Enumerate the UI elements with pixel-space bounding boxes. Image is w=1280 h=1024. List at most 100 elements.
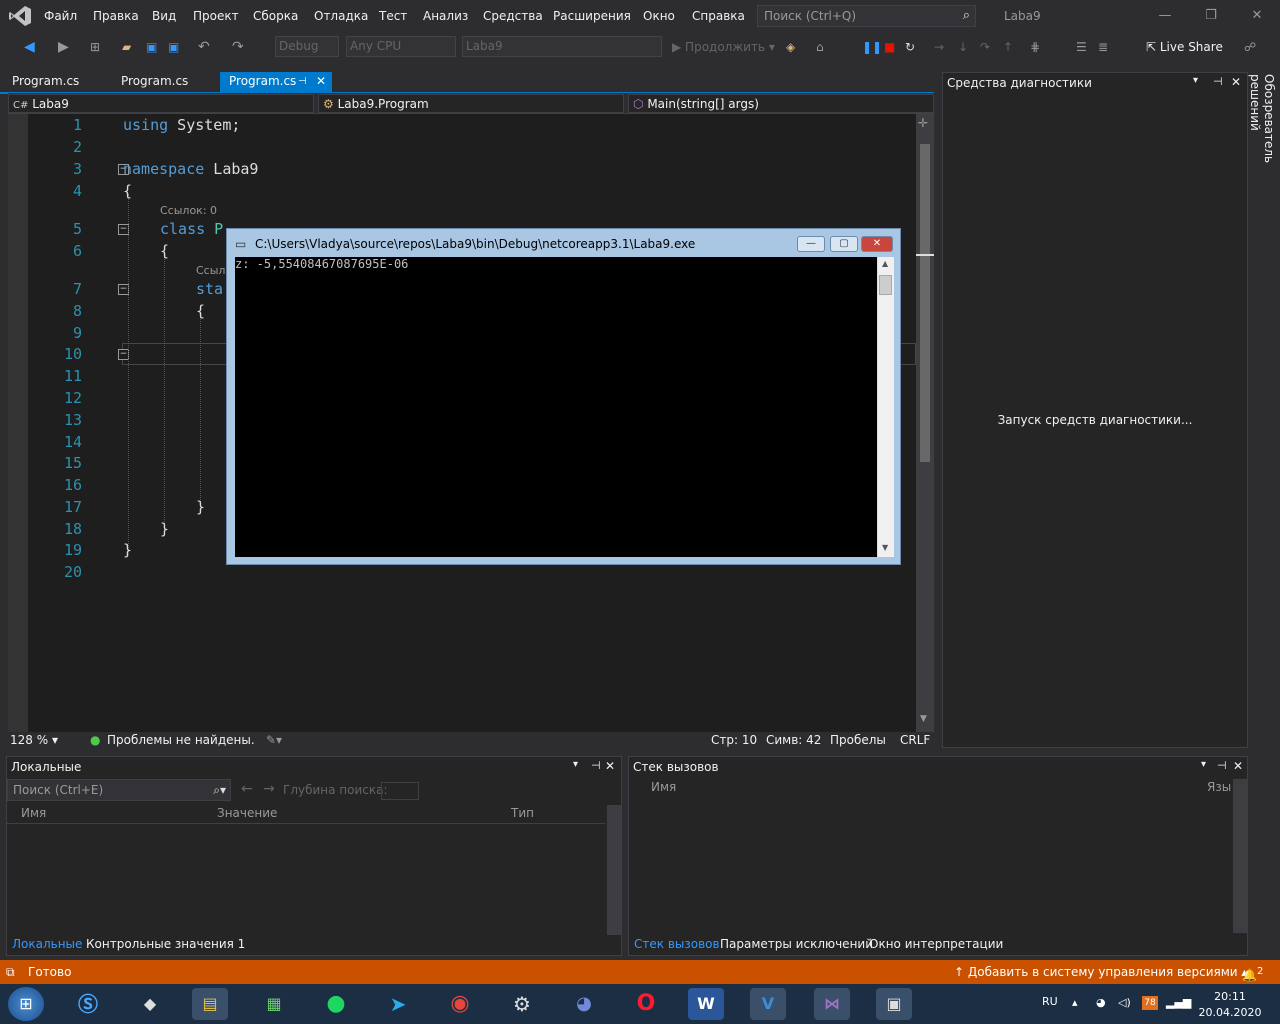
redo-icon[interactable]: ↷ — [232, 36, 244, 58]
menu-edit[interactable]: Правка — [93, 0, 139, 32]
console-app-taskbar-icon[interactable]: ▣ — [876, 988, 912, 1020]
menu-help[interactable]: Справка — [692, 0, 745, 32]
menu-analyze[interactable]: Анализ — [423, 0, 468, 32]
stop-icon[interactable]: ■ — [884, 36, 895, 58]
word-icon[interactable]: W — [688, 988, 724, 1020]
visual-studio-logo-icon[interactable] — [8, 5, 32, 27]
volume-icon[interactable]: ◁) — [1118, 996, 1131, 1009]
start-button-icon[interactable]: ⊞ — [8, 987, 44, 1021]
close-panel-icon[interactable]: ✕ — [1233, 759, 1243, 773]
zoom-level[interactable]: 128 % ▾ — [10, 732, 58, 749]
step-over-icon[interactable]: ↷ — [980, 36, 990, 58]
pin-icon[interactable]: ⊣ — [298, 72, 307, 91]
tab-locals[interactable]: Локальные — [12, 935, 82, 953]
issues-indicator[interactable]: Проблемы не найдены. — [107, 732, 255, 749]
line-endings[interactable]: CRLF — [900, 732, 930, 749]
task-manager-icon[interactable]: ▦ — [256, 988, 292, 1020]
console-minimize-button[interactable]: — — [797, 236, 825, 252]
menu-view[interactable]: Вид — [152, 0, 176, 32]
tray-expand-icon[interactable]: ▴ — [1072, 996, 1078, 1009]
feedback-icon[interactable]: ☍ — [1244, 36, 1256, 58]
console-window[interactable]: ▭ C:\Users\Vladya\source\repos\Laba9\bin… — [226, 228, 901, 565]
menu-debug[interactable]: Отладка — [314, 0, 368, 32]
tab-program-cs-2[interactable]: Program.cs — [109, 72, 209, 93]
tab-exception-settings[interactable]: Параметры исключений — [720, 935, 873, 953]
tab-program-cs-active[interactable]: Program.cs ⊣ ✕ — [220, 72, 332, 93]
column-name[interactable]: Имя — [21, 806, 46, 820]
game-app-icon[interactable]: ◆ — [132, 988, 168, 1020]
tab-program-cs-1[interactable]: Program.cs — [0, 72, 100, 93]
scrollbar-thumb[interactable] — [920, 144, 930, 462]
editor-vertical-scrollbar[interactable]: ✛ ▼ — [916, 114, 934, 732]
tray-discord-icon[interactable]: ◕ — [1096, 996, 1106, 1009]
pin-icon[interactable]: ⊣ — [1213, 75, 1223, 88]
column-name[interactable]: Имя — [651, 780, 676, 794]
project-dropdown[interactable]: C# Laba9 — [8, 94, 314, 113]
pin-icon[interactable]: ⊣ — [1217, 759, 1227, 772]
menu-window[interactable]: Окно — [643, 0, 675, 32]
back-icon[interactable]: ◀ — [24, 36, 35, 58]
discord-icon[interactable]: ◕ — [566, 988, 602, 1020]
show-next-statement-icon[interactable]: → — [934, 36, 944, 58]
pin-icon[interactable]: ⊣ — [591, 759, 601, 772]
call-stack-scrollbar[interactable] — [1233, 779, 1247, 933]
column-value[interactable]: Значение — [217, 806, 277, 820]
codelens-references[interactable]: Ссылок: 0 — [160, 204, 217, 217]
close-button[interactable]: ✕ — [1234, 0, 1280, 32]
scroll-down-icon[interactable]: ▼ — [920, 714, 927, 724]
close-panel-icon[interactable]: ✕ — [605, 759, 615, 773]
codelens-references[interactable]: Ссыл — [196, 264, 225, 277]
tab-watch-1[interactable]: Контрольные значения 1 — [86, 935, 245, 953]
menu-extensions[interactable]: Расширения — [553, 0, 631, 32]
source-control-button[interactable]: ↑ Добавить в систему управления версиями… — [954, 960, 1247, 984]
live-share-button[interactable]: ⇱ Live Share — [1146, 36, 1223, 58]
member-dropdown[interactable]: ⬡ Main(string[] args) — [628, 94, 934, 113]
menu-build[interactable]: Сборка — [253, 0, 298, 32]
column-type[interactable]: Тип — [511, 806, 534, 820]
forward-icon[interactable]: ▶ — [58, 36, 69, 58]
console-output-area[interactable]: z: -5,55408467087695E-06 — [235, 257, 877, 557]
locals-search-input[interactable]: Поиск (Ctrl+E) ⌕▾ — [7, 779, 231, 801]
notifications-icon[interactable]: 🔔2 — [1242, 960, 1263, 987]
dropdown-icon[interactable]: ▾ — [1201, 759, 1206, 770]
minimize-button[interactable]: — — [1142, 0, 1188, 32]
locals-scrollbar[interactable] — [607, 805, 621, 935]
dropdown-icon[interactable]: ▾ — [1193, 75, 1198, 86]
console-close-button[interactable]: ✕ — [861, 236, 893, 252]
type-dropdown[interactable]: ⚙ Laba9.Program — [318, 94, 624, 113]
tab-immediate-window[interactable]: Окно интерпретации — [869, 935, 1003, 953]
step-out-icon[interactable]: ↑ — [1003, 36, 1013, 58]
scroll-down-icon[interactable]: ▼ — [882, 543, 888, 552]
toggle-breakpoint-icon[interactable]: ☰ — [1076, 36, 1087, 58]
console-scrollbar[interactable]: ▲ ▼ — [877, 257, 894, 557]
split-editor-icon[interactable]: ✛ — [918, 116, 928, 130]
restart-icon[interactable]: ↻ — [905, 36, 915, 58]
clock-date[interactable]: 20.04.2020 — [1194, 1006, 1266, 1019]
comment-icon[interactable]: ≣ — [1098, 36, 1108, 58]
new-project-icon[interactable]: ⊞ — [90, 36, 100, 58]
step-into-icon[interactable]: ↓ — [958, 36, 968, 58]
breakpoint-margin[interactable] — [8, 114, 28, 732]
save-all-icon[interactable]: ▣ — [168, 36, 179, 58]
menu-tools[interactable]: Средства — [483, 0, 543, 32]
tab-call-stack[interactable]: Стек вызовов — [634, 935, 720, 953]
steam-icon[interactable]: ⚙ — [504, 988, 540, 1020]
solution-explorer-side-tab[interactable]: Обозреватель решений — [1248, 72, 1276, 212]
restore-button[interactable]: ❐ — [1188, 0, 1234, 32]
brush-icon[interactable]: ✎▾ — [266, 732, 282, 749]
scroll-up-icon[interactable]: ▲ — [882, 259, 888, 268]
pause-icon[interactable]: ❚❚ — [862, 36, 882, 58]
battery-indicator[interactable]: 78 — [1142, 996, 1158, 1010]
language-indicator[interactable]: RU — [1042, 995, 1058, 1008]
close-tab-icon[interactable]: ✕ — [316, 72, 326, 91]
file-explorer-icon[interactable]: ▤ — [192, 988, 228, 1020]
console-scroll-thumb[interactable] — [879, 275, 892, 295]
search-depth-select[interactable] — [381, 782, 419, 800]
network-signal-icon[interactable]: ▂▄▆ — [1166, 996, 1191, 1009]
quick-launch-search[interactable]: Поиск (Ctrl+Q) ⌕ — [757, 5, 976, 27]
hot-reload-icon[interactable]: ⌂ — [816, 36, 824, 58]
opera-icon[interactable]: O — [628, 988, 664, 1020]
clock-time[interactable]: 20:11 — [1198, 990, 1262, 1003]
solution-configuration-select[interactable]: Debug — [275, 36, 339, 57]
threads-icon[interactable]: ⋕ — [1030, 36, 1040, 58]
